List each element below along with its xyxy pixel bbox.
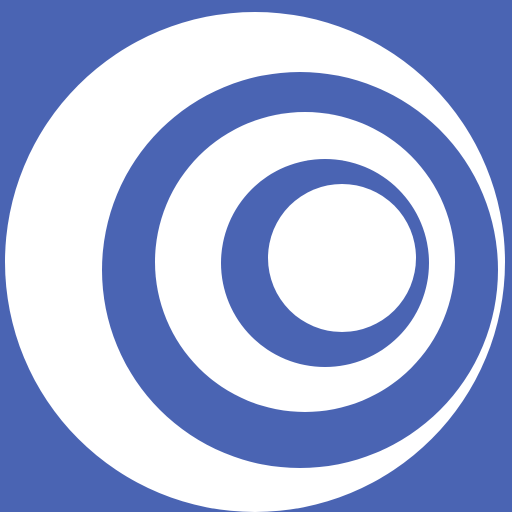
app-logo	[0, 0, 512, 512]
center-dot	[268, 184, 416, 332]
concentric-crescent-logo-icon	[0, 0, 512, 512]
